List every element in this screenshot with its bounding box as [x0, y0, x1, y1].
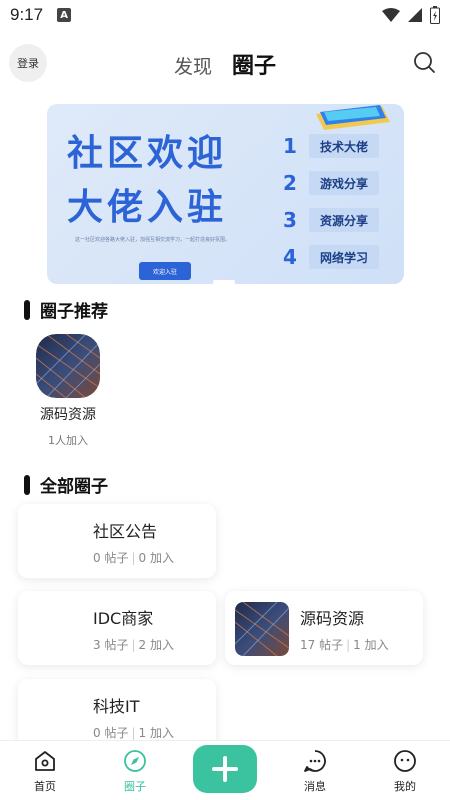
- circle-card-name: 源码资源: [300, 609, 365, 628]
- banner-feature-item: 4 网络学习: [283, 245, 379, 269]
- promo-banner[interactable]: 社区欢迎 大佬入驻 这一社区欢迎各路大佬入驻，加强互相交流学习，一起打造良好氛围…: [47, 104, 404, 284]
- profile-icon: [394, 750, 416, 772]
- circle-card-image-placeholder: [28, 690, 82, 744]
- section-recommend-heading: 圈子推荐: [24, 297, 108, 322]
- banner-feature-label: 网络学习: [309, 245, 379, 269]
- circle-card[interactable]: 源码资源 17 帖子 | 1 加入: [225, 591, 423, 665]
- circle-card-stats: 0 帖子 | 1 加入: [93, 726, 174, 740]
- banner-title-line1: 社区欢迎: [67, 133, 228, 174]
- header: 登录 发现 圈子: [0, 44, 450, 82]
- circle-card-posts: 17 帖子: [300, 638, 344, 652]
- nav-label-circle: 圈子: [124, 780, 146, 793]
- tab-circle[interactable]: 圈子: [232, 48, 276, 80]
- keyboard-illustration-icon: [316, 105, 390, 130]
- nav-item-messages[interactable]: 消息: [270, 741, 360, 800]
- circle-card[interactable]: 社区公告 0 帖子 | 0 加入: [18, 504, 216, 578]
- nav-label-profile: 我的: [394, 780, 416, 793]
- circle-card-stats: 0 帖子 | 0 加入: [93, 551, 174, 565]
- battery-icon: [430, 6, 440, 24]
- tab-discover[interactable]: 发现: [174, 52, 212, 79]
- circle-card-image-placeholder: [28, 515, 82, 569]
- recommend-circle-item[interactable]: 源码资源 1人加入: [30, 334, 106, 448]
- circle-card-stats: 17 帖子 | 1 加入: [300, 638, 389, 652]
- banner-feature-number: 1: [283, 134, 297, 158]
- status-icons: [382, 6, 440, 24]
- circle-card-posts: 0 帖子: [93, 726, 129, 740]
- banner-feature-number: 3: [283, 208, 297, 232]
- banner-join-button[interactable]: 欢迎入驻: [139, 262, 191, 280]
- circle-card-posts: 3 帖子: [93, 638, 129, 652]
- circle-card-image: [235, 602, 289, 656]
- nav-label-messages: 消息: [304, 780, 326, 793]
- nav-item-profile[interactable]: 我的: [360, 741, 450, 800]
- banner-feature-list: 1 技术大佬 2 游戏分享 3 资源分享 4 网络学习: [283, 134, 379, 269]
- circle-card-name: 科技IT: [93, 697, 140, 716]
- banner-title-line2: 大佬入驻: [67, 187, 228, 228]
- notification-badge-icon: A: [57, 8, 72, 22]
- compass-icon: [124, 750, 146, 772]
- wifi-icon: [382, 8, 400, 22]
- nav-item-home[interactable]: 首页: [0, 741, 90, 800]
- section-all-heading: 全部圈子: [24, 472, 108, 497]
- banner-feature-item: 3 资源分享: [283, 208, 379, 232]
- header-tabs: 发现 圈子: [0, 48, 450, 80]
- banner-page-indicator: [213, 280, 235, 284]
- plus-icon: [212, 756, 238, 782]
- search-icon[interactable]: [412, 50, 436, 74]
- section-recommend-title: 圈子推荐: [40, 302, 108, 322]
- status-bar: 9:17 A: [0, 0, 450, 30]
- banner-feature-label: 技术大佬: [309, 134, 379, 158]
- circle-card-joins: 1 加入: [138, 726, 174, 740]
- section-all-title: 全部圈子: [40, 477, 108, 497]
- circle-card-joins: 1 加入: [353, 638, 389, 652]
- section-bar: [24, 474, 30, 495]
- circle-card-name: IDC商家: [93, 609, 154, 628]
- signal-icon: [408, 8, 422, 22]
- circle-card-posts: 0 帖子: [93, 551, 129, 565]
- banner-feature-number: 4: [283, 245, 297, 269]
- section-bar: [24, 299, 30, 320]
- circle-card-joins: 2 加入: [138, 638, 174, 652]
- banner-description: 这一社区欢迎各路大佬入驻，加强互相交流学习，一起打造良好氛围。: [75, 237, 231, 243]
- banner-feature-label: 游戏分享: [309, 171, 379, 195]
- recommend-circle-name: 源码资源: [40, 407, 96, 423]
- circle-card-name: 社区公告: [93, 522, 158, 541]
- circle-avatar-image: [36, 334, 100, 398]
- circle-card-image-placeholder: [28, 602, 82, 656]
- add-post-button[interactable]: [193, 745, 257, 793]
- nav-label-home: 首页: [34, 780, 56, 793]
- message-icon: [304, 750, 326, 772]
- banner-feature-item: 2 游戏分享: [283, 171, 379, 195]
- status-time: 9:17: [10, 5, 44, 24]
- banner-feature-item: 1 技术大佬: [283, 134, 379, 158]
- circle-card[interactable]: IDC商家 3 帖子 | 2 加入: [18, 591, 216, 665]
- circle-card-joins: 0 加入: [138, 551, 174, 565]
- circle-card-stats: 3 帖子 | 2 加入: [93, 638, 174, 652]
- banner-feature-label: 资源分享: [309, 208, 379, 232]
- recommend-circle-count: 1人加入: [48, 434, 88, 447]
- home-icon: [35, 751, 55, 771]
- nav-item-circle[interactable]: 圈子: [90, 741, 180, 800]
- banner-feature-number: 2: [283, 171, 297, 195]
